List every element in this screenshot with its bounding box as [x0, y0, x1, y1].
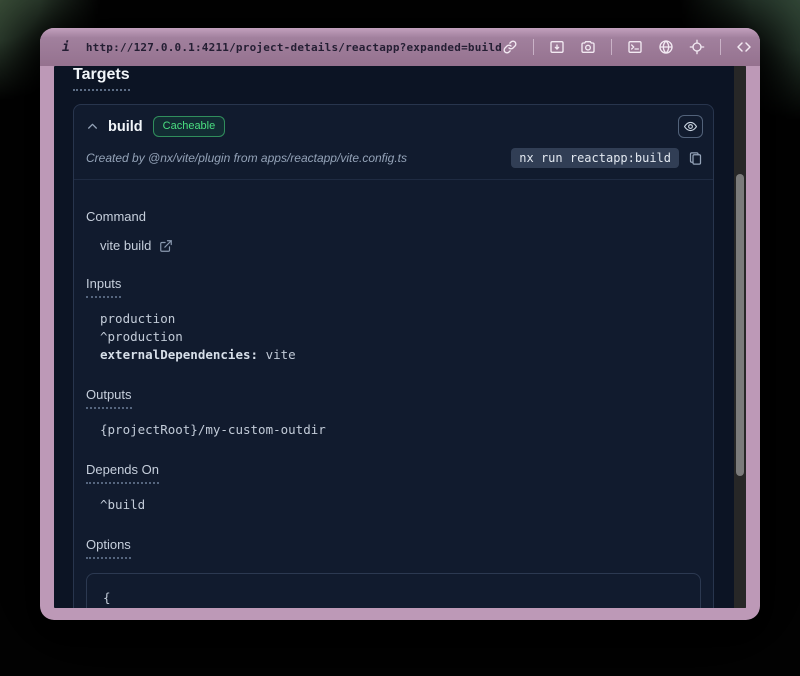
- options-heading: Options: [86, 537, 131, 559]
- cacheable-badge: Cacheable: [153, 116, 226, 136]
- toolbar-separator: [720, 39, 721, 55]
- target-card-build: build Cacheable Created by @nx/vite/plug…: [73, 104, 714, 608]
- address-url[interactable]: http://127.0.0.1:4211/project-details/re…: [86, 41, 502, 54]
- inputs-section: Inputs production ^production externalDe…: [86, 275, 701, 364]
- options-code-block: { "cwd": "apps/reactapp" }: [86, 573, 701, 608]
- browser-toolbar: i http://127.0.0.1:4211/project-details/…: [40, 28, 760, 66]
- globe-icon[interactable]: [658, 39, 674, 55]
- toolbar-separator: [533, 39, 534, 55]
- copy-icon[interactable]: [688, 151, 703, 166]
- outputs-heading: Outputs: [86, 387, 132, 409]
- code-line-cwd: "cwd": "apps/reactapp": [103, 607, 684, 608]
- build-card-header[interactable]: build Cacheable: [74, 105, 713, 146]
- target-name-build: build: [108, 119, 143, 135]
- open-window-icon[interactable]: [549, 39, 565, 55]
- build-created-row: Created by @nx/vite/plugin from apps/rea…: [74, 146, 713, 180]
- input-item: production: [100, 310, 701, 328]
- terminal-icon[interactable]: [627, 39, 643, 55]
- command-heading: Command: [86, 209, 146, 225]
- depends-on-section: Depends On ^build: [86, 461, 701, 514]
- project-details-content: Targets build Cacheable: [54, 66, 746, 608]
- inspect-icon[interactable]: [689, 39, 705, 55]
- targets-section-title: Targets: [73, 66, 130, 91]
- scrollbar-track[interactable]: [734, 66, 746, 608]
- input-item-external-deps: externalDependencies: vite: [100, 346, 701, 364]
- build-card-body: Command vite build Inputs: [74, 180, 713, 608]
- code-line-open: {: [103, 588, 684, 607]
- info-icon: i: [62, 40, 70, 55]
- options-section: Options { "cwd": "apps/reactapp" }: [86, 536, 701, 608]
- command-value: vite build: [100, 238, 151, 253]
- code-icon[interactable]: [736, 39, 752, 55]
- page-viewport: Targets build Cacheable: [54, 66, 746, 608]
- external-deps-key: externalDependencies:: [100, 347, 258, 362]
- outputs-section: Outputs {projectRoot}/my-custom-outdir: [86, 386, 701, 439]
- scrollbar-thumb[interactable]: [736, 174, 744, 476]
- command-section: Command vite build: [86, 208, 701, 253]
- toolbar-icon-group: [502, 39, 760, 55]
- depends-on-heading: Depends On: [86, 462, 159, 484]
- link-icon[interactable]: [502, 39, 518, 55]
- created-by-text: Created by @nx/vite/plugin from apps/rea…: [86, 151, 407, 165]
- external-deps-value: vite: [258, 347, 296, 362]
- output-item: {projectRoot}/my-custom-outdir: [100, 421, 701, 439]
- view-in-graph-button[interactable]: [678, 115, 703, 138]
- chevron-up-icon[interactable]: [86, 120, 99, 133]
- depends-on-item: ^build: [100, 496, 701, 514]
- run-command-badge[interactable]: nx run reactapp:build: [511, 148, 679, 168]
- eye-icon: [683, 119, 698, 134]
- input-item: ^production: [100, 328, 701, 346]
- toolbar-separator: [611, 39, 612, 55]
- external-link-icon[interactable]: [159, 239, 173, 253]
- browser-window: i http://127.0.0.1:4211/project-details/…: [40, 28, 760, 620]
- inputs-heading: Inputs: [86, 276, 121, 298]
- camera-icon[interactable]: [580, 39, 596, 55]
